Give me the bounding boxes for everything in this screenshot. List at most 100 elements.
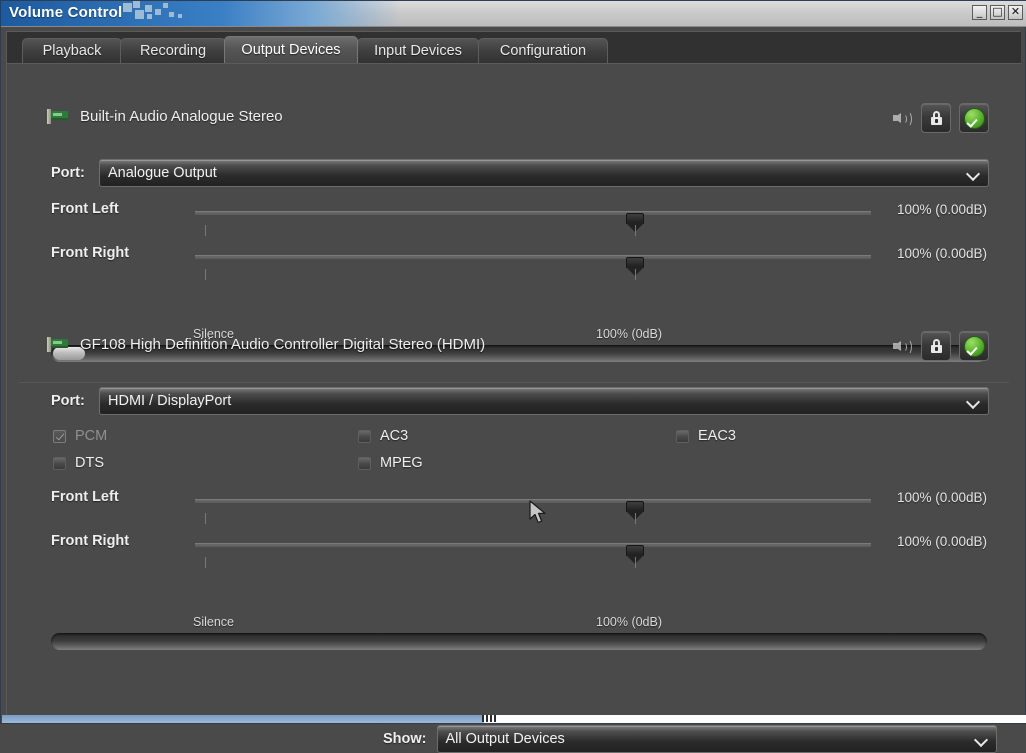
output-devices-page: Built-in Audio Analogue Stereo	[7, 63, 1021, 719]
scale-tick-base	[635, 513, 636, 524]
checkbox-icon	[53, 430, 66, 443]
scale-tick-silence	[205, 513, 206, 524]
window-title: Volume Control	[9, 4, 122, 21]
show-select[interactable]: All Output Devices	[437, 725, 997, 753]
encoding-label: PCM	[75, 428, 107, 444]
device-header: GF108 High Definition Audio Controller D…	[47, 336, 485, 353]
scale-tick-silence	[205, 557, 206, 568]
show-filter-row: Show: All Output Devices	[383, 725, 997, 753]
device-title: Built-in Audio Analogue Stereo	[80, 108, 283, 125]
close-button[interactable]: ✕	[1008, 5, 1023, 20]
encoding-label: EAC3	[698, 428, 736, 444]
checkbox-icon	[358, 457, 371, 470]
sound-card-icon	[47, 337, 68, 352]
encoding-row-2: DTS MPEG	[53, 455, 993, 477]
chevron-down-icon	[966, 395, 980, 409]
lock-icon	[931, 339, 942, 353]
port-label: Port:	[51, 393, 99, 409]
scale-label-base: 100% (0dB)	[596, 615, 662, 629]
chevron-down-icon	[966, 167, 980, 181]
tab-output-devices[interactable]: Output Devices	[224, 36, 358, 63]
encoding-checkbox-dts[interactable]: DTS	[53, 455, 104, 471]
set-default-device-button[interactable]	[959, 103, 989, 133]
port-row: Port: Analogue Output	[51, 159, 989, 187]
device-header: Built-in Audio Analogue Stereo	[47, 108, 283, 125]
tab-bar: Playback Recording Output Devices Input …	[7, 32, 1021, 63]
port-select[interactable]: Analogue Output	[99, 159, 989, 187]
scale-tick-base	[635, 269, 636, 280]
lock-volume-button[interactable]	[921, 103, 951, 133]
encoding-checkbox-mpeg[interactable]: MPEG	[358, 455, 423, 471]
checkbox-icon	[358, 430, 371, 443]
tab-configuration[interactable]: Configuration	[478, 38, 608, 63]
channel-label: Front Left	[51, 489, 119, 505]
peak-level-meter	[51, 633, 987, 650]
encoding-row-1: PCM AC3 EAC3	[53, 428, 993, 450]
checkbox-icon	[53, 457, 66, 470]
window-controls: _ □ ✕	[972, 5, 1023, 20]
titlebar-pixel-decoration	[123, 1, 193, 26]
volume-slider-front-right[interactable]	[195, 543, 871, 547]
port-row: Port: HDMI / DisplayPort	[51, 387, 989, 415]
maximize-button[interactable]: □	[990, 5, 1005, 20]
green-check-icon	[964, 108, 985, 129]
port-label: Port:	[51, 165, 99, 181]
channel-value: 100% (0.00dB)	[897, 490, 987, 505]
tab-input-devices[interactable]: Input Devices	[357, 38, 479, 63]
channel-value: 100% (0.00dB)	[897, 246, 987, 261]
chevron-down-icon	[973, 733, 987, 747]
port-select[interactable]: HDMI / DisplayPort	[99, 387, 989, 415]
window-bottom-accent	[2, 715, 484, 723]
encoding-checkbox-ac3[interactable]: AC3	[358, 428, 408, 444]
encoding-checkbox-pcm[interactable]: PCM	[53, 428, 107, 444]
channel-label: Front Left	[51, 201, 119, 217]
set-default-device-button[interactable]	[959, 331, 989, 361]
window-bottom-strip	[2, 715, 1026, 723]
port-select-value: HDMI / DisplayPort	[108, 393, 231, 409]
speaker-icon	[891, 107, 913, 129]
channel-row-front-right: Front Right 100% (0.00dB) Silence 100% (…	[7, 245, 1021, 269]
encoding-label: DTS	[75, 455, 104, 471]
encoding-label: AC3	[380, 428, 408, 444]
volume-control-window: Volume Control _ □ ✕ Playback Recording …	[0, 0, 1026, 724]
minimize-button[interactable]: _	[972, 5, 987, 20]
channel-row-front-left: Front Left 100% (0.00dB)	[7, 201, 1021, 225]
volume-slider-front-right[interactable]	[195, 255, 871, 259]
device-controls	[891, 331, 989, 361]
tab-playback[interactable]: Playback	[22, 38, 122, 63]
lock-volume-button[interactable]	[921, 331, 951, 361]
client-area: Playback Recording Output Devices Input …	[6, 31, 1020, 717]
sound-card-icon	[47, 109, 68, 124]
channel-row-front-left: Front Left 100% (0.00dB)	[7, 489, 1021, 513]
channel-row-front-right: Front Right 100% (0.00dB) Silence 100% (…	[7, 533, 1021, 557]
channel-label: Front Right	[51, 245, 129, 261]
device-title: GF108 High Definition Audio Controller D…	[80, 336, 485, 353]
show-select-value: All Output Devices	[446, 731, 565, 747]
close-icon: ✕	[1011, 6, 1020, 17]
scale-tick-base	[635, 225, 636, 236]
resize-grip[interactable]	[482, 715, 502, 722]
scale-tick-silence	[205, 269, 206, 280]
lock-icon	[931, 111, 942, 125]
green-check-icon	[964, 336, 985, 357]
scale-label-silence: Silence	[193, 615, 234, 629]
show-label: Show:	[383, 731, 427, 747]
encoding-checkbox-eac3[interactable]: EAC3	[676, 428, 736, 444]
channel-value: 100% (0.00dB)	[897, 202, 987, 217]
minimize-icon: _	[977, 6, 983, 17]
port-select-value: Analogue Output	[108, 165, 217, 181]
mouse-cursor	[529, 500, 549, 526]
scale-label-base: 100% (0dB)	[596, 327, 662, 341]
encoding-label: MPEG	[380, 455, 423, 471]
volume-slider-front-left[interactable]	[195, 211, 871, 215]
scale-tick-base	[635, 557, 636, 568]
checkbox-icon	[676, 430, 689, 443]
speaker-icon	[891, 335, 913, 357]
tab-recording[interactable]: Recording	[120, 38, 226, 63]
scale-tick-silence	[205, 225, 206, 236]
titlebar[interactable]: Volume Control _ □ ✕	[1, 1, 1026, 27]
device-separator	[19, 382, 1009, 383]
device-controls	[891, 103, 989, 133]
channel-value: 100% (0.00dB)	[897, 534, 987, 549]
maximize-icon: □	[992, 6, 1002, 17]
